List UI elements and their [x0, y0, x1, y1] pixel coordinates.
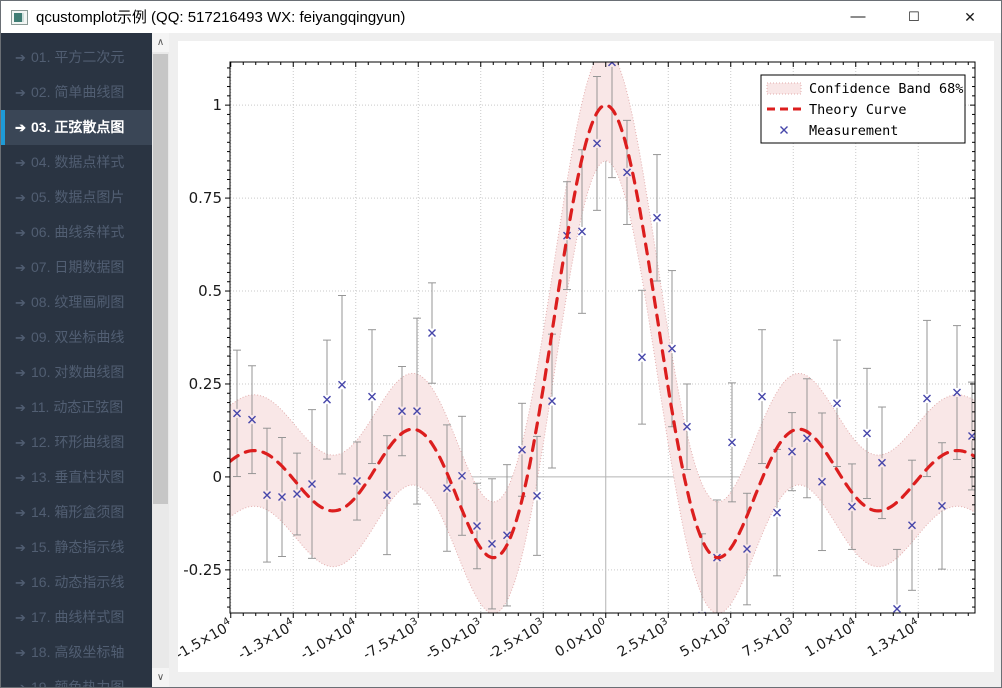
sidebar-item-16[interactable]: ➔16. 动态指示线 [1, 565, 152, 600]
sidebar-scrollbar[interactable]: ∧ ∨ [152, 33, 169, 687]
sidebar-item-11[interactable]: ➔11. 动态正弦图 [1, 390, 152, 425]
sidebar-item-15[interactable]: ➔15. 静态指示线 [1, 530, 152, 565]
arrow-icon: ➔ [15, 635, 31, 670]
svg-text:-1.0×104: -1.0×104 [297, 616, 361, 663]
sidebar-item-label: 07. 日期数据图 [31, 259, 124, 275]
arrow-icon: ➔ [15, 250, 31, 285]
sidebar-item-8[interactable]: ➔08. 纹理画刷图 [1, 285, 152, 320]
sidebar-item-6[interactable]: ➔06. 曲线条样式 [1, 215, 152, 250]
scroll-down-button[interactable]: ∨ [152, 668, 169, 687]
plot-widget[interactable]: -0.25 0 0.25 0.5 0.75 1 -1.5×104-1.3×104-1.0×1… [178, 41, 994, 672]
sidebar-item-12[interactable]: ➔12. 环形曲线图 [1, 425, 152, 460]
sidebar-item-label: 06. 曲线条样式 [31, 224, 124, 240]
sidebar-item-label: 19. 颜色热力图 [31, 679, 124, 687]
minimize-button[interactable]: — [830, 1, 886, 33]
sidebar-item-label: 15. 静态指示线 [31, 539, 124, 555]
sidebar-item-3[interactable]: ➔03. 正弦散点图 [1, 110, 152, 145]
svg-text:0.25: 0.25 [189, 375, 222, 393]
sidebar-item-label: 05. 数据点图片 [31, 189, 124, 205]
legend-label: Theory Curve [809, 102, 907, 118]
svg-text:0.5: 0.5 [198, 282, 222, 300]
svg-text:1: 1 [212, 96, 222, 114]
arrow-icon: ➔ [15, 215, 31, 250]
arrow-icon: ➔ [15, 355, 31, 390]
legend-label: Confidence Band 68% [809, 81, 963, 97]
sidebar-item-13[interactable]: ➔13. 垂直柱状图 [1, 460, 152, 495]
main-area: -0.25 0 0.25 0.5 0.75 1 -1.5×104-1.3×104-1.0×1… [169, 33, 1001, 687]
sidebar-item-17[interactable]: ➔17. 曲线样式图 [1, 600, 152, 635]
svg-text:-1.5×104: -1.5×104 [178, 616, 236, 663]
sidebar-item-2[interactable]: ➔02. 简单曲线图 [1, 75, 152, 110]
svg-text:7.5×103: 7.5×103 [739, 616, 798, 661]
svg-text:0: 0 [212, 468, 222, 486]
arrow-icon: ➔ [15, 390, 31, 425]
arrow-icon: ➔ [15, 600, 31, 635]
arrow-icon: ➔ [15, 145, 31, 180]
sidebar-list: ➔01. 平方二次元➔02. 简单曲线图➔03. 正弦散点图➔04. 数据点样式… [1, 33, 152, 687]
arrow-icon: ➔ [15, 530, 31, 565]
svg-text:5.0×103: 5.0×103 [676, 616, 735, 661]
arrow-icon: ➔ [15, 180, 31, 215]
svg-text:-2.5×103: -2.5×103 [484, 616, 548, 663]
sidebar-item-14[interactable]: ➔14. 箱形盒须图 [1, 495, 152, 530]
arrow-icon: ➔ [15, 110, 31, 145]
svg-text:-5.0×103: -5.0×103 [422, 616, 486, 663]
sidebar-item-label: 01. 平方二次元 [31, 49, 124, 65]
app-icon [11, 10, 28, 25]
sidebar-item-label: 10. 对数曲线图 [31, 364, 124, 380]
sidebar-item-9[interactable]: ➔09. 双坐标曲线 [1, 320, 152, 355]
sidebar-item-18[interactable]: ➔18. 高级坐标轴 [1, 635, 152, 670]
arrow-icon: ➔ [15, 285, 31, 320]
svg-text:-1.3×104: -1.3×104 [234, 616, 298, 663]
arrow-icon: ➔ [15, 565, 31, 600]
sidebar-item-label: 12. 环形曲线图 [31, 434, 124, 450]
sidebar-item-label: 16. 动态指示线 [31, 574, 124, 590]
arrow-icon: ➔ [15, 495, 31, 530]
sidebar-item-label: 18. 高级坐标轴 [31, 644, 124, 660]
sidebar-item-label: 08. 纹理画刷图 [31, 294, 124, 310]
scroll-up-button[interactable]: ∧ [152, 33, 169, 52]
arrow-icon: ➔ [15, 460, 31, 495]
sidebar: ➔01. 平方二次元➔02. 简单曲线图➔03. 正弦散点图➔04. 数据点样式… [1, 33, 152, 687]
maximize-button[interactable]: ☐ [886, 1, 942, 33]
sidebar-item-1[interactable]: ➔01. 平方二次元 [1, 40, 152, 75]
legend: Confidence Band 68% Theory Curve Measureme… [761, 75, 965, 143]
legend-label: Measurement [809, 123, 898, 139]
sidebar-item-label: 04. 数据点样式 [31, 154, 124, 170]
arrow-icon: ➔ [15, 320, 31, 355]
svg-text:1.0×104: 1.0×104 [801, 616, 860, 661]
sinc-scatter-chart[interactable]: -0.25 0 0.25 0.5 0.75 1 -1.5×104-1.3×104-1.0×1… [178, 41, 994, 672]
svg-text:-7.5×103: -7.5×103 [359, 616, 423, 663]
sidebar-item-label: 03. 正弦散点图 [31, 119, 124, 135]
sidebar-item-label: 09. 双坐标曲线 [31, 329, 124, 345]
svg-text:0.0×100: 0.0×100 [551, 616, 610, 661]
arrow-icon: ➔ [15, 75, 31, 110]
sidebar-item-5[interactable]: ➔05. 数据点图片 [1, 180, 152, 215]
sidebar-item-7[interactable]: ➔07. 日期数据图 [1, 250, 152, 285]
close-button[interactable]: ✕ [942, 1, 998, 33]
sidebar-item-label: 17. 曲线样式图 [31, 609, 124, 625]
sidebar-item-label: 14. 箱形盒须图 [31, 504, 124, 520]
arrow-icon: ➔ [15, 425, 31, 460]
svg-text:-0.25: -0.25 [183, 561, 222, 579]
sidebar-item-4[interactable]: ➔04. 数据点样式 [1, 145, 152, 180]
scrollbar-thumb[interactable] [153, 54, 168, 504]
sidebar-item-19[interactable]: ➔19. 颜色热力图 [1, 670, 152, 687]
title-bar: qcustomplot示例 (QQ: 517216493 WX: feiyang… [1, 1, 1001, 33]
svg-text:1.3×104: 1.3×104 [864, 616, 923, 661]
arrow-icon: ➔ [15, 670, 31, 687]
svg-text:0.75: 0.75 [189, 189, 222, 207]
sidebar-item-label: 02. 简单曲线图 [31, 84, 124, 100]
svg-text:2.5×103: 2.5×103 [614, 616, 673, 661]
sidebar-item-label: 13. 垂直柱状图 [31, 469, 124, 485]
sidebar-item-label: 11. 动态正弦图 [31, 399, 123, 415]
sidebar-item-10[interactable]: ➔10. 对数曲线图 [1, 355, 152, 390]
arrow-icon: ➔ [15, 40, 31, 75]
window-title: qcustomplot示例 (QQ: 517216493 WX: feiyang… [36, 1, 405, 33]
